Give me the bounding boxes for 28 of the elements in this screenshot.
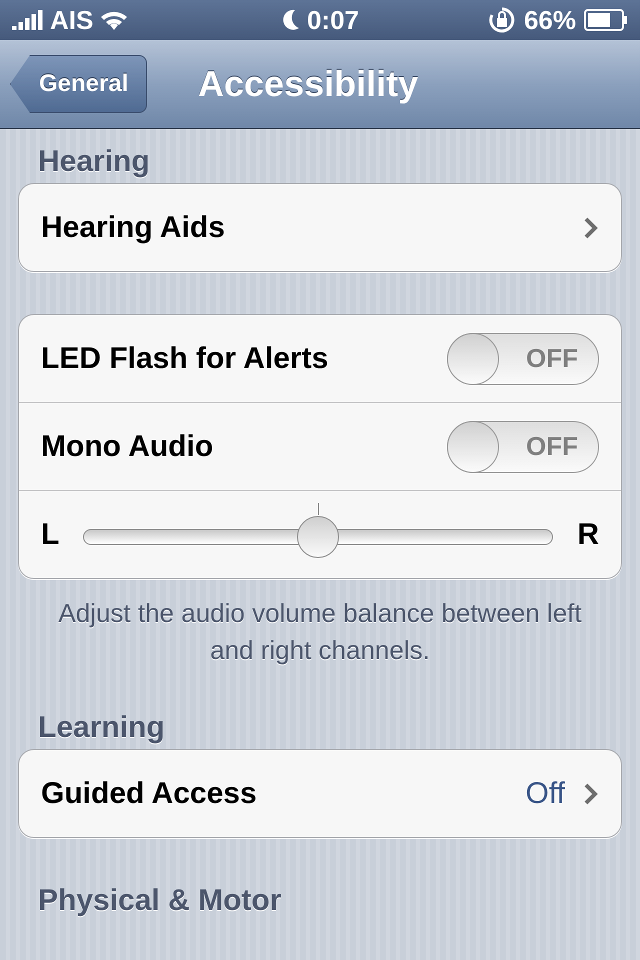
- clock-time: 0:07: [306, 4, 360, 36]
- rotation-lock-icon: [488, 6, 516, 34]
- section-footer: Adjust the audio volume balance between left and right channels.: [38, 595, 602, 669]
- toggle-switch[interactable]: OFF: [447, 332, 599, 384]
- signal-icon: [12, 10, 44, 30]
- wifi-icon: [99, 9, 130, 31]
- row-label: Mono Audio: [41, 430, 214, 464]
- row-label: Guided Access: [41, 776, 258, 810]
- section-header: Hearing: [37, 144, 151, 180]
- battery-percent: 66%: [524, 4, 576, 36]
- row-label: Hearing Aids: [41, 210, 226, 244]
- section-header: Learning: [37, 710, 166, 746]
- battery-icon: [584, 9, 628, 31]
- back-button[interactable]: General: [10, 55, 148, 113]
- chevron-icon: [583, 782, 599, 806]
- page-title: Accessibility: [198, 63, 418, 105]
- right-label: R: [577, 518, 599, 552]
- row-label: LED Flash for Alerts: [41, 342, 330, 376]
- toggle-switch[interactable]: OFF: [447, 420, 599, 472]
- slider-thumb[interactable]: [297, 516, 340, 558]
- carrier-name: AIS: [50, 4, 94, 36]
- row-value: Off: [526, 776, 565, 810]
- section-header: Physical & Motor: [37, 883, 282, 919]
- moon-icon: [280, 8, 301, 32]
- chevron-icon: [583, 216, 599, 240]
- left-label: L: [41, 518, 60, 552]
- settings-row[interactable]: Guided Access Off: [19, 750, 621, 837]
- settings-row[interactable]: Hearing Aids: [19, 184, 621, 271]
